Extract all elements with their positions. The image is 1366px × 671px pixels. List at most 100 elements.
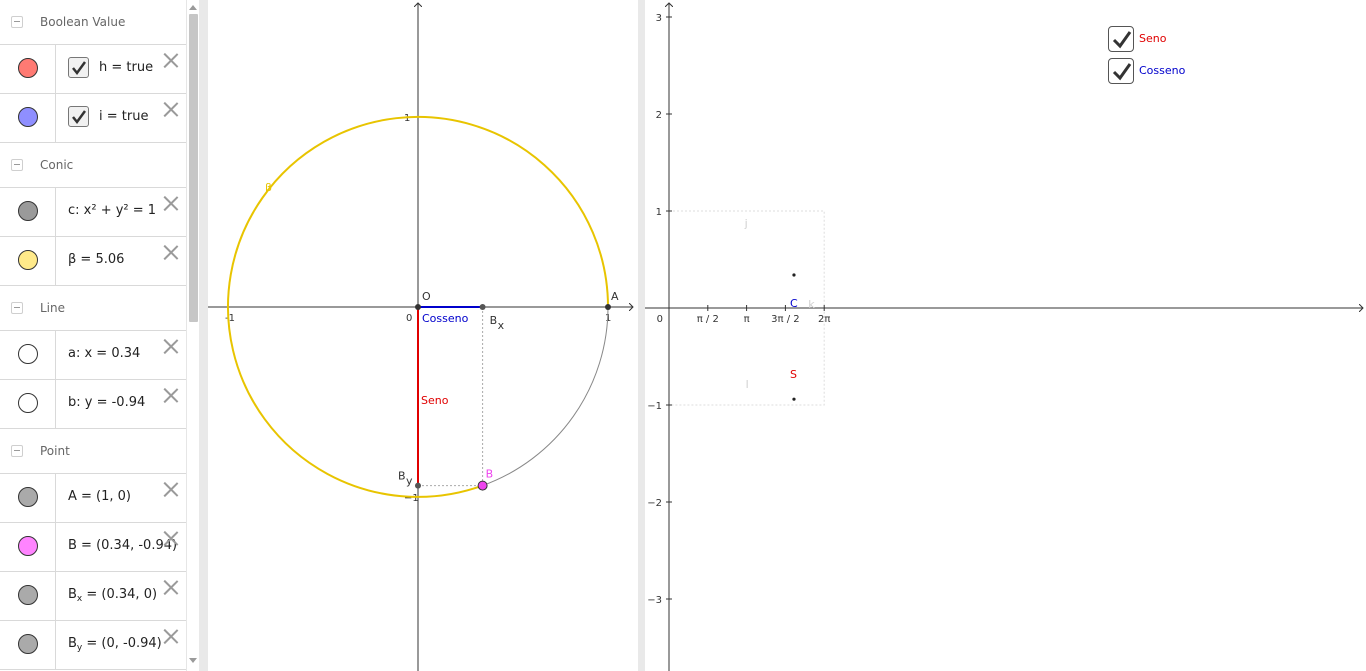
delete-icon[interactable] [162,578,180,596]
delete-icon[interactable] [162,337,180,355]
delete-icon[interactable] [162,627,180,645]
y-tick-label: 2 [656,110,662,121]
point-by[interactable] [415,482,421,489]
scrollbar-thumb[interactable] [189,14,198,322]
algebra-item-text[interactable]: a: x = 0.34 [68,346,140,361]
graphics-view-2[interactable]: 0 π / 2 π 3π / 2 2π 3 2 1 −1 −2 −3 j l k S C Seno Cosse… [645,0,1366,671]
y-tick-label: −1 [647,401,662,412]
visibility-toggle[interactable] [0,188,56,236]
algebra-item[interactable]: By = (0, -0.94) [0,621,186,670]
faint-label-j: j [744,217,748,230]
delete-icon[interactable] [162,51,180,69]
algebra-item-text[interactable]: β = 5.06 [68,252,124,267]
visibility-toggle[interactable] [0,572,56,620]
delete-icon[interactable] [162,100,180,118]
sine-point[interactable] [792,397,796,401]
algebra-item-text[interactable]: b: y = -0.94 [68,395,145,410]
group-title: Point [40,444,70,458]
point-a[interactable] [605,304,611,310]
color-swatch-icon[interactable] [18,393,38,413]
color-swatch-icon[interactable] [18,585,38,605]
algebra-item[interactable]: B = (0.34, -0.94) [0,523,186,572]
group-header-point[interactable]: Point [0,429,186,474]
collapse-icon[interactable] [11,16,23,28]
visibility-toggle[interactable] [0,237,56,285]
algebra-item-text[interactable]: By = (0, -0.94) [68,636,162,653]
boolean-checkbox[interactable] [68,106,89,127]
algebra-item[interactable]: A = (1, 0) [0,474,186,523]
graphics-divider[interactable] [638,0,645,671]
panel-divider[interactable] [199,0,208,671]
point-by-label: B [398,470,406,483]
collapse-icon[interactable] [11,445,23,457]
color-swatch-icon[interactable] [18,344,38,364]
algebra-item[interactable]: β = 5.06 [0,237,186,286]
visibility-toggle[interactable] [0,621,56,669]
algebra-item[interactable]: h = true [0,45,186,94]
point-bx[interactable] [479,304,486,310]
graphics-view-1[interactable]: -1 0 1 1 −1 β Cosseno Seno O A B Bx By [208,0,638,671]
point-o-label: O [422,290,431,303]
group-title: Line [40,301,66,315]
group-header-conic[interactable]: Conic [0,143,186,188]
algebra-item-text[interactable]: A = (1, 0) [68,489,131,504]
scroll-up-arrow-icon[interactable] [189,5,197,10]
object-value: = (0.34, 0) [82,587,158,602]
delete-icon[interactable] [162,243,180,261]
checkmark-icon [72,110,87,125]
cosseno-checkbox[interactable] [1108,58,1134,84]
visibility-toggle[interactable] [0,331,56,379]
algebra-item[interactable]: c: x² + y² = 1 [0,188,186,237]
visibility-toggle[interactable] [0,45,56,93]
point-b[interactable] [477,480,488,491]
algebra-item[interactable]: Bx = (0.34, 0) [0,572,186,621]
delete-icon[interactable] [162,480,180,498]
cosine-point[interactable] [792,273,796,277]
algebra-item[interactable]: b: y = -0.94 [0,380,186,429]
object-name: B [68,636,77,651]
visibility-toggle[interactable] [0,94,56,142]
seno-checkbox[interactable] [1108,26,1134,52]
algebra-item-text[interactable]: h = true [99,60,153,75]
color-swatch-icon[interactable] [18,58,38,78]
color-swatch-icon[interactable] [18,250,38,270]
visibility-toggle[interactable] [0,523,56,571]
delete-icon[interactable] [162,529,180,547]
point-bx-label: B [490,314,498,327]
unit-circle-canvas[interactable]: -1 0 11−1βCossenoSenoO ABB xB y [208,0,638,671]
algebra-item[interactable]: i = true [0,94,186,143]
algebra-item[interactable]: a: x = 0.34 [0,331,186,380]
visibility-toggle[interactable] [0,380,56,428]
y-tick-label: 1 [404,113,410,124]
algebra-item-text[interactable]: B = (0.34, -0.94) [68,538,177,553]
checkmark-icon [1112,63,1132,81]
y-tick-label: 1 [656,207,662,218]
algebra-item-text[interactable]: c: x² + y² = 1 [68,203,156,218]
sine-point-label: S [790,368,797,381]
color-swatch-icon[interactable] [18,107,38,127]
function-graph-canvas[interactable]: 0 π / 2 π 3π / 2 2π 3 2 1 −1 −2 −3 j l k S C [645,0,1366,671]
delete-icon[interactable] [162,386,180,404]
scroll-down-arrow-icon[interactable] [189,658,197,663]
group-header-line[interactable]: Line [0,286,186,331]
collapse-icon[interactable] [11,159,23,171]
collapse-icon[interactable] [11,302,23,314]
algebra-scrollbar[interactable] [186,0,200,671]
angle-arc [482,306,609,487]
x-tick-label: π [744,314,750,325]
color-swatch-icon[interactable] [18,487,38,507]
color-swatch-icon[interactable] [18,536,38,556]
visibility-toggle[interactable] [0,474,56,522]
faint-label-l: l [746,378,749,391]
point-o[interactable] [415,304,421,310]
boolean-checkbox[interactable] [68,57,89,78]
delete-icon[interactable] [162,194,180,212]
algebra-item-text[interactable]: Bx = (0.34, 0) [68,587,157,604]
group-title: Boolean Value [40,15,126,29]
point-bx-subscript: x [498,319,505,332]
algebra-item-text[interactable]: i = true [99,109,148,124]
color-swatch-icon[interactable] [18,201,38,221]
point-a-label: A [611,290,619,303]
color-swatch-icon[interactable] [18,634,38,654]
group-header-boolean-value[interactable]: Boolean Value [0,0,186,45]
